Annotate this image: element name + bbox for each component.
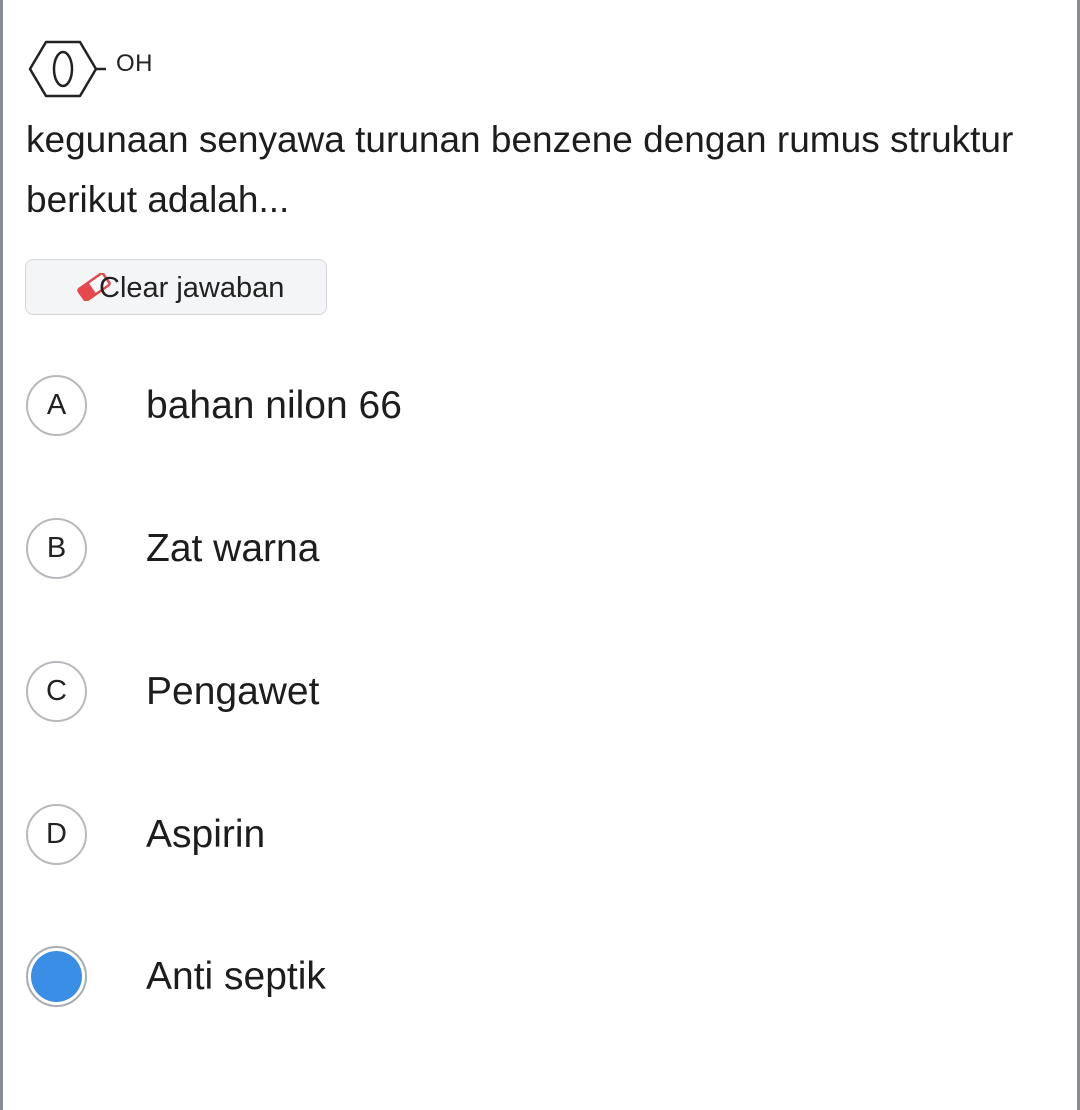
option-d-radio[interactable]: D <box>26 804 87 865</box>
option-e[interactable]: Anti septik <box>26 946 1026 1016</box>
phenol-structure <box>26 34 176 102</box>
option-a-letter: A <box>46 389 67 421</box>
option-a-text: bahan nilon 66 <box>146 384 402 427</box>
option-d-letter: D <box>46 818 67 850</box>
option-d-text: Aspirin <box>146 813 266 856</box>
option-a-radio[interactable]: A <box>26 375 87 436</box>
option-c-text: Pengawet <box>146 670 320 713</box>
option-c[interactable]: C Pengawet <box>26 661 1026 731</box>
hydroxyl-label: OH <box>116 50 153 77</box>
option-a[interactable]: A bahan nilon 66 <box>26 375 1026 445</box>
option-b-letter: B <box>46 532 67 564</box>
option-b-radio[interactable]: B <box>26 518 87 579</box>
option-c-radio[interactable]: C <box>26 661 87 722</box>
option-e-text: Anti septik <box>146 955 326 998</box>
benzene-ring-icon <box>28 40 106 98</box>
option-c-letter: C <box>46 675 67 707</box>
question-text: kegunaan senyawa turunan benzene dengan … <box>26 119 1014 220</box>
option-b[interactable]: B Zat warna <box>26 518 1026 588</box>
option-d[interactable]: D Aspirin <box>26 804 1026 874</box>
left-border <box>0 0 3 1110</box>
selected-dot <box>31 951 82 1002</box>
clear-answer-button[interactable]: Clear jawaban <box>25 259 327 315</box>
option-e-radio-selected[interactable] <box>26 946 87 1007</box>
option-b-text: Zat warna <box>146 527 320 570</box>
clear-answer-label: Clear jawaban <box>99 272 285 304</box>
